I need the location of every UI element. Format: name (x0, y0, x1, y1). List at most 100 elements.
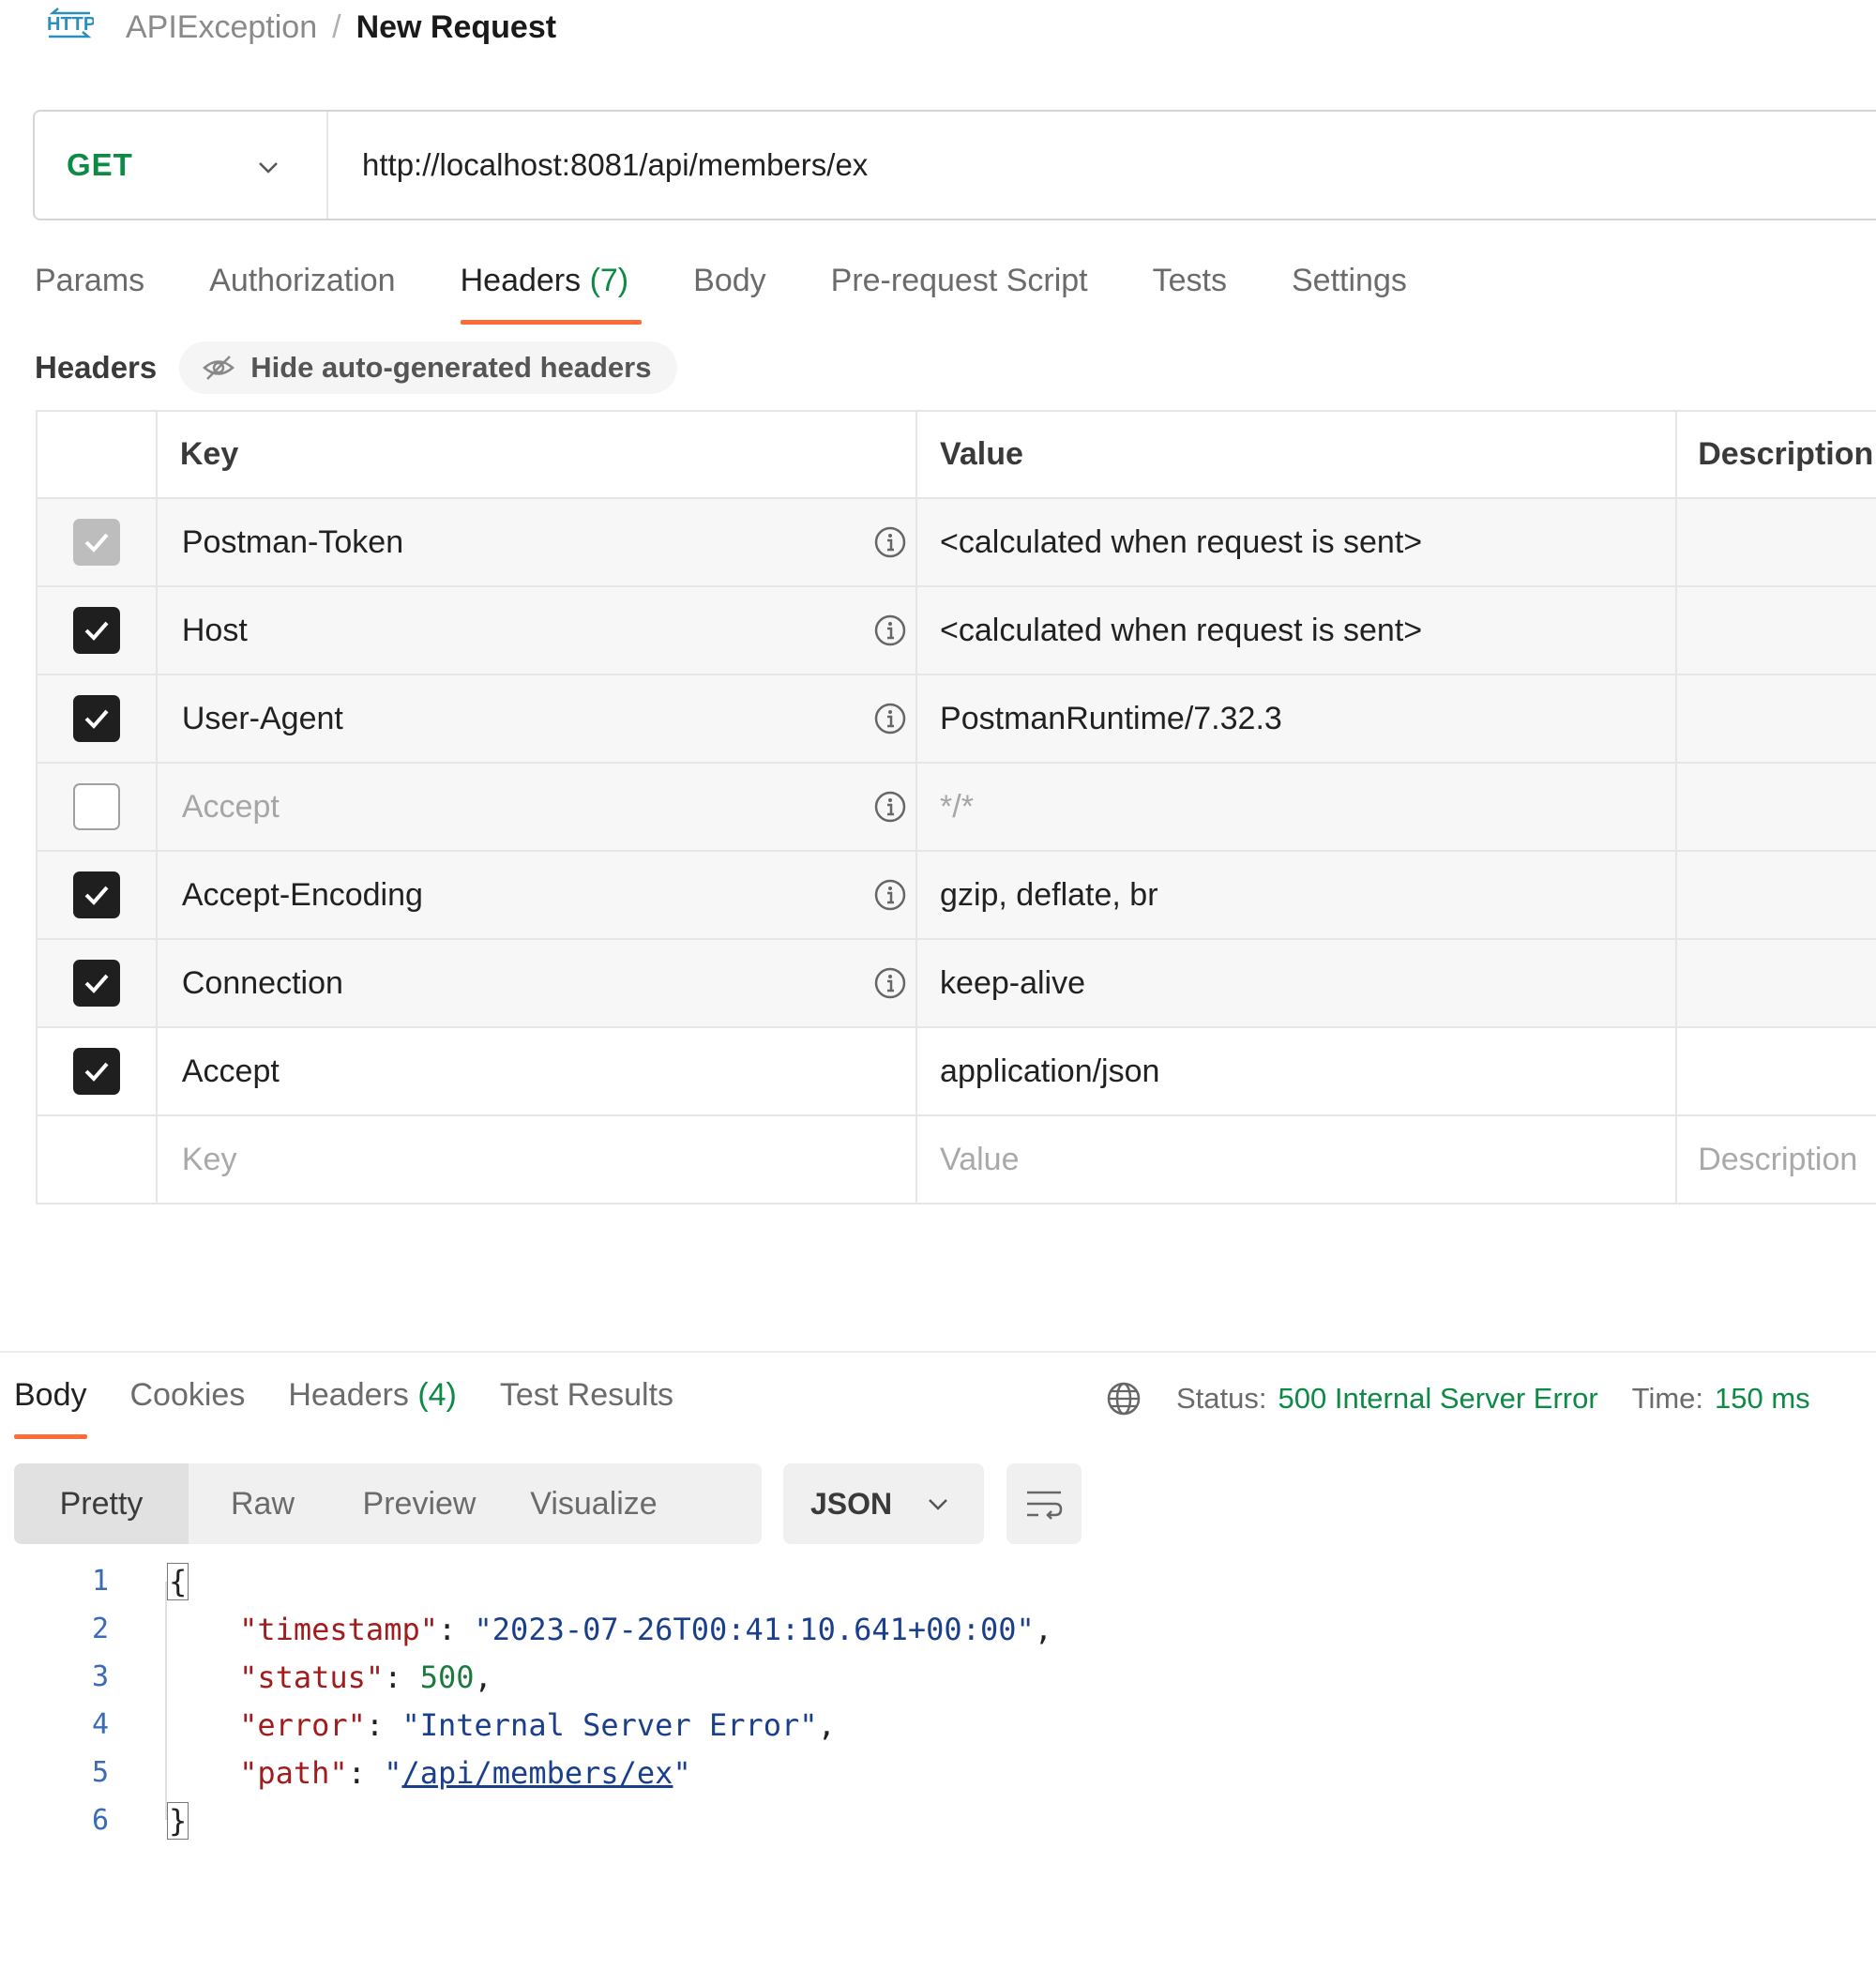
line-number: 6 (91, 1804, 109, 1837)
headers-table: Key Value Description Postman-Token <cal… (36, 410, 1876, 1205)
globe-icon[interactable] (1105, 1380, 1142, 1417)
row-checkbox[interactable] (72, 783, 120, 830)
tab-label: Cookies (129, 1377, 246, 1413)
check-icon (84, 974, 109, 993)
hide-button-label: Hide auto-generated headers (250, 351, 652, 384)
tab-test-results[interactable]: Test Results (500, 1371, 673, 1439)
tab-count: (7) (589, 263, 629, 298)
tab-label: Body (14, 1377, 87, 1413)
tab-count: (4) (417, 1377, 457, 1413)
header-value-cell[interactable]: PostmanRuntime/7.32.3 (917, 675, 1678, 762)
tab-settings[interactable]: Settings (1292, 257, 1407, 325)
tab-label: Settings (1292, 263, 1407, 298)
header-value-cell[interactable]: <calculated when request is sent> (917, 499, 1678, 585)
table-header-row: Key Value Description (38, 412, 1876, 499)
json-key: "path" (239, 1754, 348, 1791)
header-value-cell[interactable]: */* (917, 764, 1678, 850)
request-title[interactable]: New Request (356, 9, 557, 46)
info-icon[interactable] (872, 877, 908, 913)
method-label: GET (67, 147, 133, 182)
tab-response-cookies[interactable]: Cookies (130, 1371, 246, 1439)
view-preview-button[interactable]: Preview (337, 1463, 502, 1544)
tab-authorization[interactable]: Authorization (209, 257, 395, 325)
header-key: Connection (181, 964, 343, 1001)
info-icon[interactable] (872, 789, 908, 825)
view-visualize-button[interactable]: Visualize (502, 1463, 686, 1544)
header-description-cell[interactable] (1677, 1028, 1876, 1114)
row-checkbox[interactable] (72, 607, 120, 654)
tab-headers[interactable]: Headers (7) (460, 257, 642, 325)
row-checkbox[interactable] (72, 1048, 120, 1095)
info-icon[interactable] (872, 701, 908, 736)
response-divider[interactable] (0, 1351, 1876, 1353)
tab-tests[interactable]: Tests (1153, 257, 1227, 325)
breadcrumb-parent[interactable]: APIException (126, 9, 317, 46)
row-checkbox-cell (38, 1116, 158, 1203)
table-row: User-Agent PostmanRuntime/7.32.3 (38, 675, 1876, 764)
header-key-cell[interactable]: User-Agent (158, 675, 918, 762)
header-description-cell[interactable] (1677, 764, 1876, 850)
header-description-cell[interactable] (1677, 587, 1876, 674)
format-label: JSON (810, 1486, 893, 1521)
header-value: gzip, deflate, br (940, 876, 1158, 913)
header-key: User-Agent (181, 700, 343, 736)
header-key-cell[interactable]: Accept-Encoding (158, 852, 918, 938)
info-icon[interactable] (872, 965, 908, 1001)
view-pretty-button[interactable]: Pretty (14, 1463, 189, 1544)
header-key: Host (181, 612, 248, 648)
table-row: Postman-Token <calculated when request i… (38, 499, 1876, 587)
header-key-cell[interactable]: Connection (158, 940, 918, 1026)
headers-section-label: Headers (35, 350, 158, 385)
new-header-row: Key Value Description (38, 1116, 1876, 1205)
new-key-input[interactable]: Key (158, 1116, 918, 1203)
header-value-cell[interactable]: keep-alive (917, 940, 1678, 1026)
header-description-cell[interactable] (1677, 940, 1876, 1026)
format-select[interactable]: JSON (783, 1463, 984, 1544)
header-value-cell[interactable]: <calculated when request is sent> (917, 587, 1678, 674)
table-row: Accept */* (38, 764, 1876, 852)
method-select[interactable]: GET (35, 112, 328, 219)
header-key-cell[interactable]: Host (158, 587, 918, 674)
header-key: Accept (181, 1053, 280, 1089)
wrap-lines-button[interactable] (1006, 1463, 1082, 1544)
header-value-cell[interactable]: application/json (917, 1028, 1678, 1114)
json-path-link[interactable]: /api/members/ex (401, 1755, 673, 1791)
url-bar: GET http://localhost:8081/api/members/ex (33, 110, 1876, 220)
breadcrumb: HTTP APIException / New Request (45, 6, 556, 49)
status-value[interactable]: 500 Internal Server Error (1278, 1382, 1598, 1416)
header-value: <calculated when request is sent> (940, 523, 1423, 560)
row-checkbox[interactable] (72, 960, 120, 1007)
row-checkbox[interactable] (72, 519, 120, 566)
new-value-input[interactable]: Value (917, 1116, 1678, 1203)
row-checkbox[interactable] (72, 871, 120, 918)
table-row: Accept-Encoding gzip, deflate, br (38, 852, 1876, 940)
hide-auto-generated-headers-button[interactable]: Hide auto-generated headers (179, 341, 678, 394)
header-description-cell[interactable] (1677, 852, 1876, 938)
chevron-down-icon (929, 1499, 947, 1510)
header-key-cell[interactable]: Postman-Token (158, 499, 918, 585)
row-checkbox[interactable] (72, 695, 120, 742)
header-description-cell[interactable] (1677, 499, 1876, 585)
response-tabs: Body Cookies Headers (4) Test Results (14, 1371, 717, 1439)
header-value-cell[interactable]: gzip, deflate, br (917, 852, 1678, 938)
close-brace: } (167, 1801, 189, 1840)
new-description-input[interactable]: Description (1677, 1116, 1876, 1203)
info-icon[interactable] (872, 524, 908, 560)
view-raw-button[interactable]: Raw (189, 1463, 337, 1544)
url-input[interactable]: http://localhost:8081/api/members/ex (362, 147, 868, 183)
tab-response-body[interactable]: Body (14, 1371, 87, 1439)
tab-response-headers[interactable]: Headers (4) (288, 1371, 457, 1439)
time-value[interactable]: 150 ms (1715, 1382, 1810, 1416)
tab-params[interactable]: Params (35, 257, 144, 325)
header-key: Accept (181, 788, 280, 825)
check-icon (84, 886, 109, 905)
header-description-cell[interactable] (1677, 675, 1876, 762)
response-body-editor[interactable]: 1{ 2 "timestamp": "2023-07-26T00:41:10.6… (56, 1557, 1052, 1844)
info-icon[interactable] (872, 613, 908, 648)
header-key-cell[interactable]: Accept (158, 1028, 918, 1114)
tab-label: Tests (1152, 263, 1227, 298)
row-checkbox-cell (38, 587, 158, 674)
tab-pre-request-script[interactable]: Pre-request Script (831, 257, 1088, 325)
tab-body[interactable]: Body (693, 257, 766, 325)
header-key-cell[interactable]: Accept (158, 764, 918, 850)
